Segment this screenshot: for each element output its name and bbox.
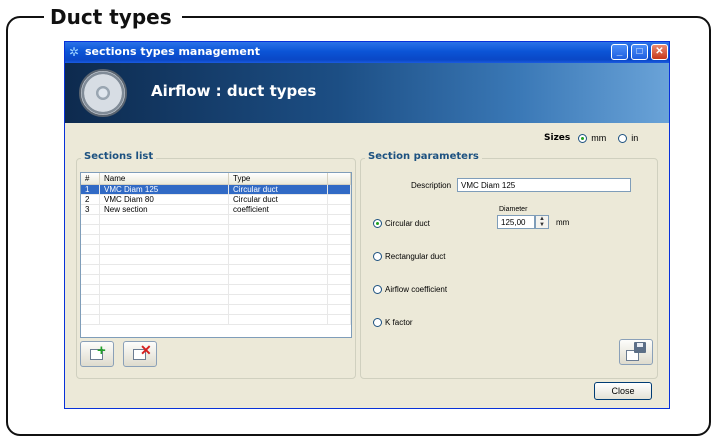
close-window-button[interactable]: ✕ (651, 44, 668, 60)
airflow-coefficient-radio[interactable] (373, 285, 382, 294)
add-section-icon: + (97, 342, 106, 359)
col-header-type[interactable]: Type (228, 173, 328, 185)
diameter-label: Diameter (499, 206, 528, 213)
minimize-button[interactable]: _ (611, 44, 628, 60)
cell-num: 3 (81, 204, 100, 215)
airflow-coefficient-label: Airflow coefficient (385, 285, 448, 294)
add-section-button[interactable]: + (80, 341, 114, 367)
type-option-k-factor[interactable]: K factor (373, 318, 413, 327)
col-header-name[interactable]: Name (99, 173, 229, 185)
delete-section-icon: ✕ (140, 342, 152, 358)
type-option-rectangular[interactable]: Rectangular duct (373, 252, 445, 261)
empty-row (81, 254, 351, 265)
title-bar[interactable]: ✲ sections types management _ □ ✕ (65, 42, 669, 63)
empty-row (81, 274, 351, 285)
cell-type: Circular duct (228, 184, 328, 195)
section-parameters-title: Section parameters (365, 151, 482, 162)
description-input[interactable]: VMC Diam 125 (457, 178, 631, 192)
sizes-in-radio[interactable] (618, 133, 628, 143)
cell-empty (327, 204, 351, 215)
type-option-circular[interactable]: Circular duct (373, 219, 430, 228)
circular-duct-label: Circular duct (385, 219, 430, 228)
col-header-num[interactable]: # (81, 173, 100, 185)
sections-list-group: Sections list # Name Type 1 VMC Diam 125… (76, 151, 356, 379)
k-factor-radio[interactable] (373, 318, 382, 327)
cell-num: 2 (81, 194, 100, 205)
cell-empty (327, 184, 351, 195)
cell-empty (327, 194, 351, 205)
empty-row (81, 244, 351, 255)
save-icon (634, 342, 646, 353)
empty-row (81, 304, 351, 315)
circular-duct-radio[interactable] (373, 219, 382, 228)
cell-num: 1 (81, 184, 100, 195)
empty-row (81, 294, 351, 305)
cell-type: Circular duct (228, 194, 328, 205)
empty-row (81, 224, 351, 235)
sizes-mm-label: mm (591, 133, 607, 143)
description-label: Description (411, 181, 452, 190)
window-title: sections types management (85, 45, 260, 58)
rectangular-duct-label: Rectangular duct (385, 252, 446, 261)
maximize-button[interactable]: □ (631, 44, 648, 60)
col-header-empty (327, 173, 351, 185)
sizes-label: Sizes (544, 133, 571, 143)
fan-icon (79, 69, 127, 117)
sizes-selector: Sizes mm in (544, 133, 646, 143)
table-row[interactable]: 1 VMC Diam 125 Circular duct (81, 184, 351, 195)
section-parameters-group: Section parameters Description VMC Diam … (360, 151, 658, 379)
save-button[interactable] (619, 339, 653, 365)
empty-row (81, 264, 351, 275)
sections-list-title: Sections list (81, 151, 157, 162)
table-row[interactable]: 3 New section coefficient (81, 204, 351, 215)
empty-row (81, 214, 351, 225)
diameter-spinner[interactable]: ▲ ▼ (535, 215, 549, 229)
table-row[interactable]: 2 VMC Diam 80 Circular duct (81, 194, 351, 205)
sizes-mm-radio[interactable] (578, 133, 588, 143)
close-button[interactable]: Close (594, 382, 652, 400)
banner: Airflow : duct types (65, 63, 669, 123)
cell-name: VMC Diam 80 (99, 194, 229, 205)
empty-row (81, 314, 351, 325)
sizes-in-label: in (631, 133, 639, 143)
k-factor-label: K factor (385, 318, 413, 327)
app-icon: ✲ (69, 45, 80, 59)
cell-name: VMC Diam 125 (99, 184, 229, 195)
type-option-airflow-coefficient[interactable]: Airflow coefficient (373, 285, 447, 294)
rectangular-duct-radio[interactable] (373, 252, 382, 261)
diameter-input[interactable]: 125,00 (497, 215, 535, 229)
banner-title: Airflow : duct types (151, 82, 317, 100)
cell-type: coefficient (228, 204, 328, 215)
frame-title: Duct types (44, 5, 182, 29)
delete-section-button[interactable]: ✕ (123, 341, 157, 367)
sections-table[interactable]: # Name Type 1 VMC Diam 125 Circular duct… (80, 172, 352, 338)
diameter-unit: mm (556, 218, 570, 227)
empty-row (81, 234, 351, 245)
empty-row (81, 284, 351, 295)
cell-name: New section (99, 204, 229, 215)
